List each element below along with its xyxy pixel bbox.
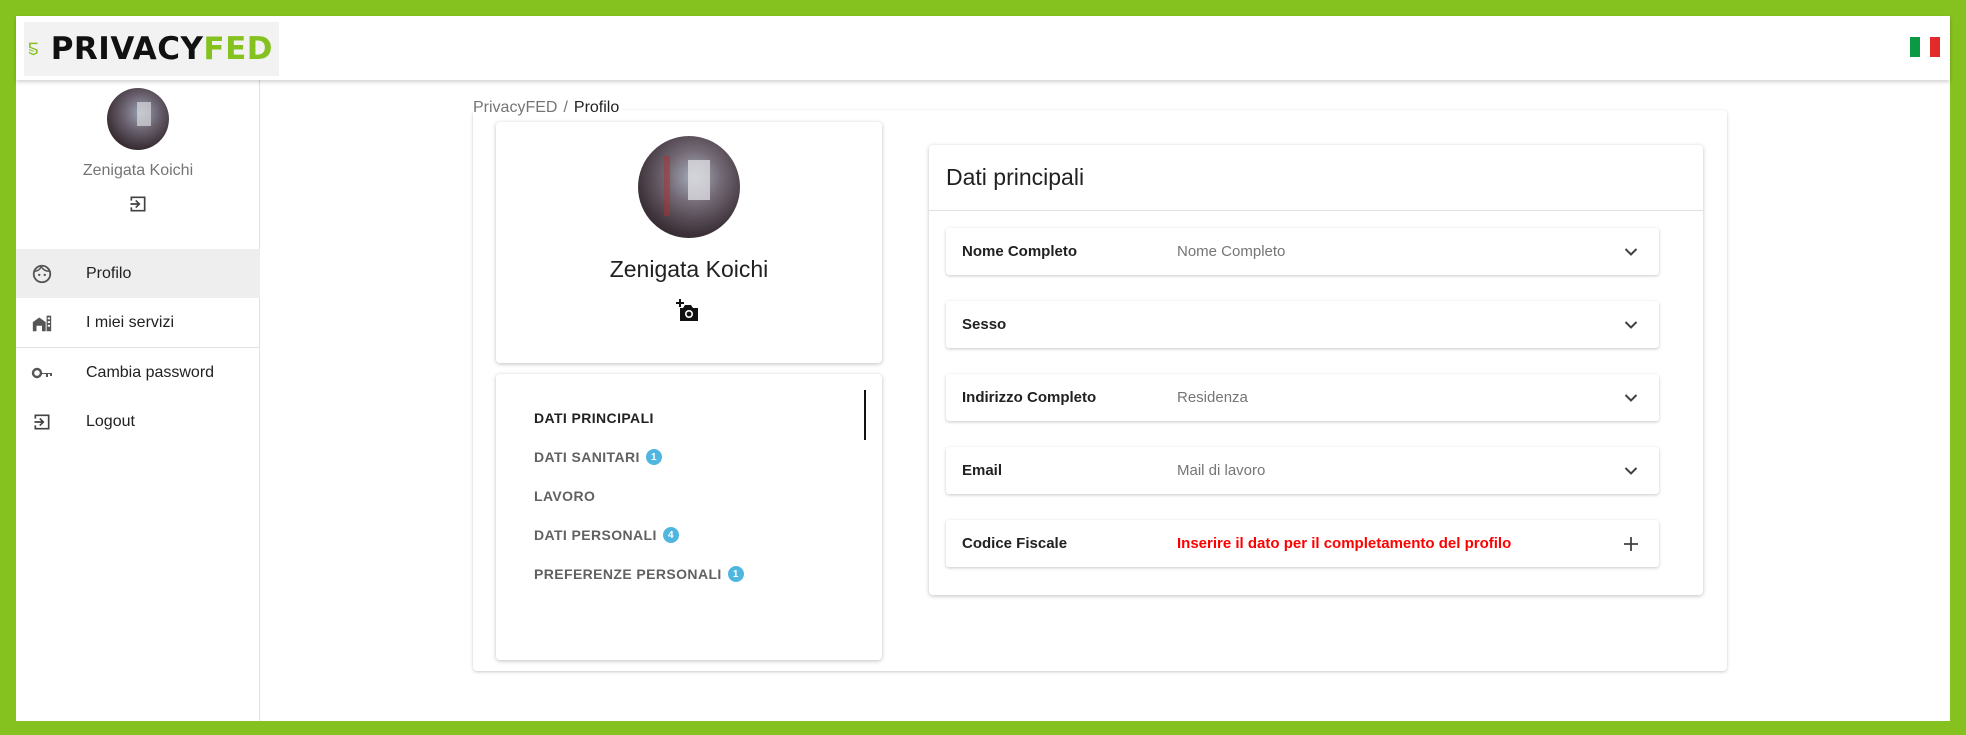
sidebar-item-label: Profilo (86, 264, 132, 282)
field-label: Indirizzo Completo (962, 389, 1097, 406)
section-menu: DATI PRINCIPALI DATI SANITARI 1 LAVORO D… (496, 374, 882, 660)
app-logo[interactable]: PRIVACYFED (24, 22, 279, 76)
sidebar-profile: Zenigata Koichi (16, 88, 260, 214)
shield-logo-icon (29, 42, 38, 56)
section-label: PREFERENZE PERSONALI (534, 566, 722, 582)
logout-icon (30, 410, 54, 434)
breadcrumb-root[interactable]: PrivacyFED (473, 99, 557, 116)
key-icon (30, 361, 54, 385)
field-label: Codice Fiscale (962, 535, 1068, 552)
section-item-dati-sanitari[interactable]: DATI SANITARI 1 (534, 449, 662, 465)
buildings-icon (30, 311, 54, 335)
chevron-down-icon[interactable] (1621, 242, 1641, 262)
field-value: Nome Completo (1177, 243, 1286, 260)
section-title: Dati principali (929, 145, 1703, 211)
sidebar-item-servizi[interactable]: I miei servizi (16, 298, 260, 347)
count-badge: 1 (645, 449, 662, 465)
login-icon[interactable] (128, 194, 148, 214)
field-row-indirizzo-completo[interactable]: Indirizzo Completo Residenza (946, 374, 1659, 421)
plus-icon[interactable] (1621, 534, 1641, 554)
active-section-indicator (864, 390, 866, 440)
count-badge: 1 (727, 566, 744, 582)
chevron-down-icon[interactable] (1621, 461, 1641, 481)
sidebar-item-label: Logout (86, 412, 135, 430)
breadcrumb-current: Profilo (573, 99, 620, 116)
italy-flag-icon[interactable] (1910, 37, 1940, 57)
sidebar-item-label: I miei servizi (86, 313, 175, 331)
field-label: Sesso (962, 316, 1007, 333)
field-label: Email (962, 462, 1003, 479)
section-label: DATI PERSONALI (534, 527, 657, 543)
sidebar-item-logout[interactable]: Logout (16, 397, 260, 446)
field-label: Nome Completo (962, 243, 1078, 260)
count-badge: 4 (662, 527, 679, 543)
sidebar-item-label: Cambia password (86, 363, 215, 381)
field-value: Mail di lavoro (1177, 462, 1266, 479)
field-row-sesso[interactable]: Sesso (946, 301, 1659, 348)
add-photo-icon[interactable] (676, 299, 702, 323)
chevron-down-icon[interactable] (1621, 388, 1641, 408)
section-label: LAVORO (534, 488, 596, 504)
profile-avatar[interactable] (638, 136, 740, 238)
field-row-email[interactable]: Email Mail di lavoro (946, 447, 1659, 494)
sidebar-item-profilo[interactable]: Profilo (16, 249, 260, 298)
breadcrumb: PrivacyFED / Profilo (473, 99, 624, 117)
field-row-codice-fiscale[interactable]: Codice Fiscale Inserire il dato per il c… (946, 520, 1659, 567)
section-item-lavoro[interactable]: LAVORO (534, 488, 595, 504)
top-bar: PRIVACYFED (16, 16, 1950, 80)
logo-text: PRIVACYFED (50, 31, 273, 67)
chevron-down-icon[interactable] (1621, 315, 1641, 335)
profile-card: Zenigata Koichi (496, 122, 882, 363)
profile-name: Zenigata Koichi (609, 256, 769, 282)
sidebar-avatar[interactable] (107, 88, 169, 150)
field-row-nome-completo[interactable]: Nome Completo Nome Completo (946, 228, 1659, 275)
face-icon (30, 262, 54, 286)
section-label: DATI PRINCIPALI (534, 410, 654, 426)
section-item-preferenze-personali[interactable]: PREFERENZE PERSONALI 1 (534, 566, 744, 582)
sidebar-user-name: Zenigata Koichi (82, 162, 194, 179)
sidebar-nav: Profilo I miei servizi Cambia password L (16, 249, 260, 446)
section-item-dati-personali[interactable]: DATI PERSONALI 4 (534, 527, 679, 543)
breadcrumb-separator: / (563, 99, 568, 116)
sidebar-item-cambia-password[interactable]: Cambia password (16, 348, 260, 397)
section-label: DATI SANITARI (534, 449, 640, 465)
sidebar: Zenigata Koichi Profilo I miei servizi C… (16, 16, 260, 721)
main-data-card: Dati principali Nome Completo Nome Compl… (929, 145, 1703, 595)
field-error-message: Inserire il dato per il completamento de… (1177, 535, 1512, 552)
section-item-dati-principali[interactable]: DATI PRINCIPALI (534, 410, 654, 426)
field-value: Residenza (1177, 389, 1248, 406)
